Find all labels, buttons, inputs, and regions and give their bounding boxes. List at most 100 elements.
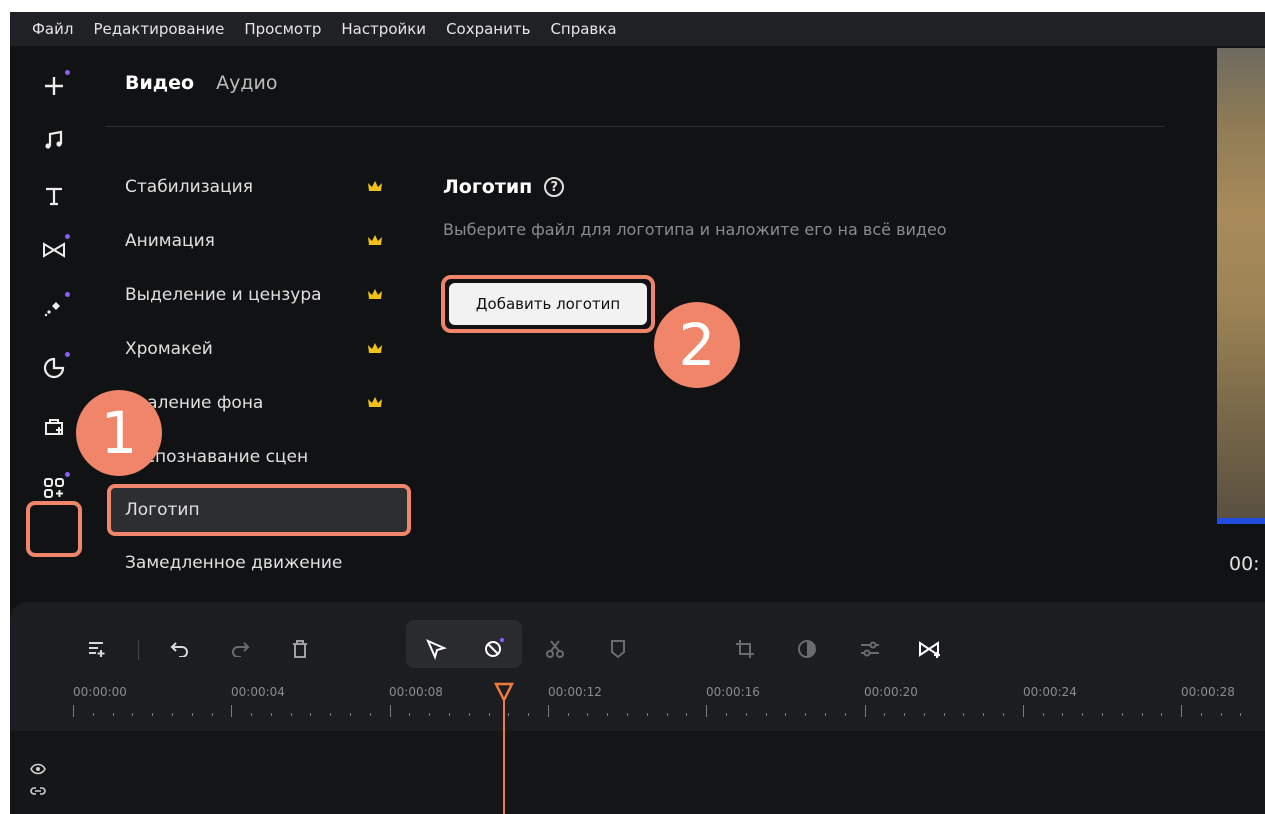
settings-sliders-icon[interactable]	[855, 634, 885, 664]
music-icon[interactable]	[36, 122, 72, 158]
transitions-icon[interactable]	[36, 232, 72, 268]
crown-icon	[368, 181, 382, 191]
ruler-tick	[1022, 705, 1024, 717]
tab-audio[interactable]: Аудио	[216, 72, 277, 94]
ruler-label: 00:00:24	[1023, 685, 1077, 699]
ruler-tick	[73, 705, 74, 717]
ruler-tick	[270, 713, 272, 716]
stickers-icon[interactable]	[36, 350, 72, 386]
add-logo-button[interactable]: Добавить логотип	[449, 283, 647, 325]
ruler-tick	[943, 713, 945, 716]
link-icon[interactable]	[30, 785, 46, 801]
add-media-icon[interactable]	[36, 68, 72, 104]
ruler-tick	[1082, 713, 1084, 716]
crop-icon[interactable]	[730, 634, 760, 664]
preview-frame	[1217, 48, 1265, 518]
ruler-tick	[923, 713, 925, 716]
ruler-tick	[132, 713, 134, 716]
ruler-tick	[1121, 713, 1123, 716]
add-transition-icon[interactable]	[915, 634, 945, 664]
list-item-stabilization[interactable]: Стабилизация	[105, 160, 415, 214]
ruler-tick	[211, 713, 213, 716]
list-item-logo[interactable]: Логотип	[107, 484, 411, 536]
menu-view[interactable]: Просмотр	[244, 20, 321, 38]
tab-divider	[105, 126, 1165, 127]
menu-save[interactable]: Сохранить	[446, 20, 530, 38]
delete-icon[interactable]	[285, 634, 315, 664]
ruler-tick	[627, 713, 629, 716]
ruler-tick	[1161, 713, 1163, 716]
ruler-label: 00:00:28	[1181, 685, 1235, 699]
ruler-tick	[488, 713, 490, 716]
ruler-tick	[1181, 705, 1183, 717]
ruler-tick	[904, 713, 906, 716]
crown-icon	[368, 397, 382, 407]
add-track-icon[interactable]	[82, 634, 112, 664]
undo-icon[interactable]	[165, 634, 195, 664]
list-item-chromakey[interactable]: Хромакей	[105, 322, 415, 376]
playhead-handle[interactable]	[494, 682, 514, 702]
ruler-tick	[646, 713, 648, 716]
list-item-label: Логотип	[125, 500, 200, 520]
ruler-tick	[765, 713, 767, 716]
app-window: Файл Редактирование Просмотр Настройки С…	[10, 12, 1265, 814]
ruler-tick	[547, 705, 549, 717]
magnet-icon[interactable]	[478, 634, 508, 664]
marker-icon[interactable]	[603, 634, 633, 664]
list-item-slow-motion[interactable]: Замедленное движение	[105, 536, 415, 590]
step-badge-2: 2	[654, 302, 740, 388]
list-item-animation[interactable]: Анимация	[105, 214, 415, 268]
ruler-tick	[706, 705, 708, 717]
menu-bar: Файл Редактирование Просмотр Настройки С…	[10, 12, 1265, 46]
text-icon[interactable]	[36, 178, 72, 214]
ruler-tick	[567, 713, 569, 716]
ruler-tick	[290, 713, 292, 716]
ruler-tick	[429, 713, 431, 716]
scissors-icon[interactable]	[540, 634, 570, 664]
crown-icon	[368, 289, 382, 299]
crown-icon	[368, 343, 382, 353]
callouts-icon[interactable]	[36, 408, 72, 444]
panel-description: Выберите файл для логотипа и наложите ег…	[443, 220, 947, 239]
menu-edit[interactable]: Редактирование	[93, 20, 224, 38]
ruler-label: 00:00:20	[864, 685, 918, 699]
ruler-tick	[587, 713, 589, 716]
menu-settings[interactable]: Настройки	[341, 20, 426, 38]
ruler-tick	[409, 713, 411, 716]
ruler-tick	[369, 713, 371, 716]
redo-icon[interactable]	[225, 634, 255, 664]
ruler-tick	[686, 713, 688, 716]
ruler-tick	[448, 713, 450, 716]
ruler-tick	[508, 713, 510, 716]
help-icon[interactable]: ?	[544, 177, 565, 197]
ruler-tick	[468, 713, 470, 716]
ruler-tick	[1042, 713, 1044, 716]
ruler-label: 00:00:00	[73, 685, 127, 699]
ruler-tick	[330, 713, 332, 716]
ruler-tick	[191, 713, 193, 716]
tab-video[interactable]: Видео	[125, 72, 194, 94]
list-item-highlight-censor[interactable]: Выделение и цензура	[105, 268, 415, 322]
crown-icon	[368, 235, 382, 245]
track-area[interactable]	[10, 731, 1265, 814]
ruler-tick	[785, 713, 787, 716]
ruler-tick	[884, 713, 886, 716]
ruler-tick	[350, 713, 352, 716]
eye-icon[interactable]	[30, 763, 46, 779]
ruler-tick	[864, 705, 866, 717]
color-adjust-icon[interactable]	[792, 634, 822, 664]
preview-progress-bar[interactable]	[1217, 518, 1265, 524]
ruler-tick	[1062, 713, 1064, 716]
effects-icon[interactable]	[36, 290, 72, 326]
menu-file[interactable]: Файл	[32, 20, 73, 38]
ruler-tick	[171, 713, 173, 716]
playhead-line[interactable]	[503, 698, 505, 814]
ruler-tick	[1003, 713, 1004, 716]
ruler-tick	[231, 705, 233, 717]
new-indicator-dot	[65, 352, 70, 357]
ruler-tick	[725, 713, 727, 716]
menu-help[interactable]: Справка	[550, 20, 616, 38]
ruler-tick	[389, 705, 391, 717]
step-badge-1: 1	[76, 390, 162, 476]
pointer-icon[interactable]	[421, 634, 451, 664]
